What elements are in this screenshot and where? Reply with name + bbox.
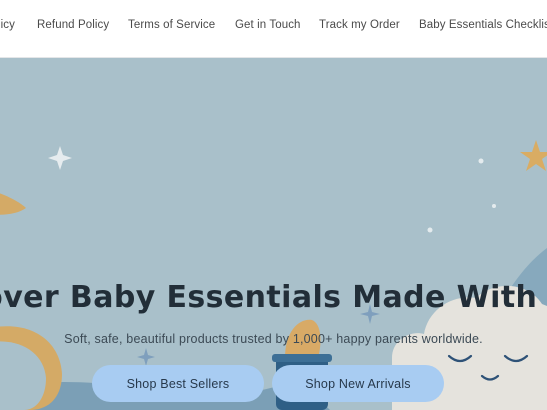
hero-headline: cover Baby Essentials Made With Lo (0, 280, 547, 315)
top-navigation: licy Refund Policy Terms of Service Get … (0, 0, 547, 58)
star-icon (520, 140, 547, 171)
dot-decoration (478, 158, 484, 164)
nav-link-terms-of-service[interactable]: Terms of Service (128, 19, 215, 31)
nav-link-track-order[interactable]: Track my Order (319, 19, 400, 31)
shop-new-arrivals-button[interactable]: Shop New Arrivals (272, 365, 444, 402)
sparkle-icon (137, 348, 155, 366)
nav-link-get-in-touch[interactable]: Get in Touch (235, 19, 301, 31)
hero-illustration (0, 140, 547, 410)
dot-decoration (492, 204, 496, 208)
hero-subtext: Soft, safe, beautiful products trusted b… (64, 332, 483, 346)
nav-link-privacy-policy[interactable]: licy (0, 19, 15, 31)
sparkle-icon (48, 146, 72, 170)
nav-link-baby-essentials-checklist[interactable]: Baby Essentials Checklis (419, 19, 547, 31)
shop-best-sellers-button[interactable]: Shop Best Sellers (92, 365, 264, 402)
hero-banner: cover Baby Essentials Made With Lo Soft,… (0, 58, 547, 410)
nav-link-refund-policy[interactable]: Refund Policy (37, 19, 109, 31)
moon-icon (0, 193, 26, 215)
dot-decoration (427, 227, 433, 233)
